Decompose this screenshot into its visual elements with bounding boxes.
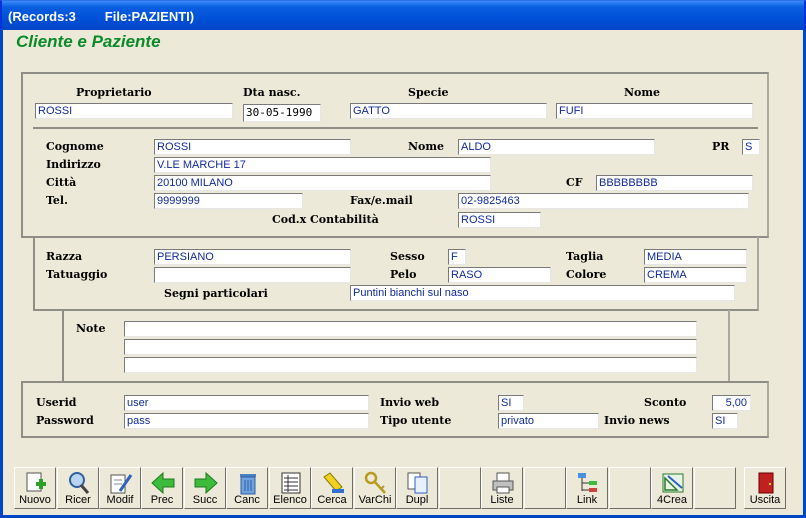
label-invio-news: Invio news	[604, 414, 670, 427]
cognome-field[interactable]: ROSSI	[154, 139, 351, 155]
sconto-field[interactable]: 5,00	[712, 395, 751, 411]
elenco-button[interactable]: Elenco	[269, 467, 311, 509]
arrow-left-icon	[151, 471, 175, 495]
dta-nasc-field[interactable]: 30-05-1990	[243, 104, 321, 122]
exit-door-icon	[758, 472, 774, 494]
arrow-right-icon	[194, 471, 218, 495]
label-note: Note	[76, 322, 106, 335]
canc-button[interactable]: Canc	[226, 467, 268, 509]
label-indirizzo: Indirizzo	[46, 158, 101, 171]
proprietario-field[interactable]: ROSSI	[35, 103, 233, 119]
crea-button[interactable]: 4Crea	[651, 467, 693, 509]
invio-news-field[interactable]: SI	[712, 413, 738, 429]
label-sesso: Sesso	[390, 250, 425, 263]
modif-button[interactable]: Modif	[99, 467, 141, 509]
label-cf: CF	[566, 176, 583, 189]
segni-field[interactable]: Puntini bianchi sul naso	[350, 285, 735, 301]
cf-field[interactable]: BBBBBBBB	[596, 175, 753, 191]
label-segni: Segni particolari	[164, 287, 268, 300]
password-field[interactable]: pass	[124, 413, 369, 429]
label-nome: Nome	[408, 140, 445, 153]
label-taglia: Taglia	[566, 250, 604, 263]
cerca-button[interactable]: Cerca	[311, 467, 353, 509]
window-title: (Records:3 File:PAZIENTI)	[8, 9, 195, 24]
duplicate-icon	[407, 472, 428, 494]
label-tatuaggio: Tatuaggio	[46, 268, 108, 281]
label-password: Password	[36, 414, 94, 427]
nuovo-button[interactable]: Nuovo	[14, 467, 56, 509]
edit-doc-icon	[110, 474, 133, 494]
nome-field[interactable]: ALDO	[458, 139, 655, 155]
liste-button[interactable]: Liste	[481, 467, 523, 509]
label-userid: Userid	[36, 396, 77, 409]
design-icon	[662, 473, 684, 493]
note-line-1[interactable]	[124, 321, 697, 337]
ricer-button[interactable]: Ricer	[57, 467, 99, 509]
form-heading: Cliente e Paziente	[16, 32, 161, 51]
label-specie: Specie	[408, 86, 449, 99]
indirizzo-field[interactable]: V.LE MARCHE 17	[154, 157, 491, 173]
label-fax: Fax/e.mail	[350, 194, 413, 207]
label-nome-paziente: Nome	[624, 86, 661, 99]
label-sconto: Sconto	[644, 396, 687, 409]
blank-button-1[interactable]	[439, 467, 481, 509]
note-line-2[interactable]	[124, 339, 697, 355]
link-button[interactable]: Link	[566, 467, 608, 509]
tel-field[interactable]: 9999999	[154, 193, 303, 209]
razza-field[interactable]: PERSIANO	[154, 249, 351, 265]
tatuaggio-field[interactable]	[154, 267, 351, 283]
label-invio-web: Invio web	[380, 396, 440, 409]
note-line-3[interactable]	[124, 357, 697, 373]
printer-icon	[492, 472, 514, 494]
varchi-button[interactable]: VarChi	[354, 467, 396, 509]
client-separator	[33, 127, 758, 129]
highlighter-icon	[323, 472, 344, 493]
blank-button-2[interactable]	[524, 467, 566, 509]
blank-button-3[interactable]	[609, 467, 651, 509]
invio-web-field[interactable]: SI	[498, 395, 524, 411]
pr-field[interactable]: S	[742, 139, 760, 155]
label-citta: Città	[46, 176, 77, 189]
sesso-field[interactable]: F	[448, 249, 466, 265]
uscita-button[interactable]: Uscita	[744, 467, 786, 509]
pelo-field[interactable]: RASO	[448, 267, 551, 283]
label-razza: Razza	[46, 250, 83, 263]
bottom-toolbar: Nuovo Ricer Modif Prec Succ Canc Elenco …	[10, 463, 786, 509]
userid-field[interactable]: user	[124, 395, 369, 411]
nome-paziente-field[interactable]: FUFI	[556, 103, 753, 119]
cod-contabilita-field[interactable]: ROSSI	[458, 212, 541, 228]
list-icon	[281, 472, 301, 494]
magnifier-icon	[69, 472, 90, 494]
label-tipo-utente: Tipo utente	[380, 414, 452, 427]
citta-field[interactable]: 20100 MILANO	[154, 175, 491, 191]
keys-icon	[364, 471, 386, 494]
label-colore: Colore	[566, 268, 607, 281]
label-cognome: Cognome	[46, 140, 104, 153]
label-dta-nasc: Dta nasc.	[243, 86, 301, 99]
prec-button[interactable]: Prec	[141, 467, 183, 509]
specie-field[interactable]: GATTO	[350, 103, 547, 119]
succ-button[interactable]: Succ	[184, 467, 226, 509]
label-pelo: Pelo	[390, 268, 417, 281]
colore-field[interactable]: CREMA	[644, 267, 747, 283]
taglia-field[interactable]: MEDIA	[644, 249, 747, 265]
fax-field[interactable]: 02-9825463	[458, 193, 749, 209]
tree-icon	[578, 473, 597, 492]
label-tel: Tel.	[46, 194, 68, 207]
label-pr: PR	[712, 140, 730, 153]
window-titlebar[interactable]: (Records:3 File:PAZIENTI)	[0, 0, 806, 30]
label-proprietario: Proprietario	[76, 86, 152, 99]
dupl-button[interactable]: Dupl	[396, 467, 438, 509]
label-cod-contabilita: Cod.x Contabilità	[272, 213, 379, 226]
tipo-utente-field[interactable]: privato	[498, 413, 599, 429]
blank-button-4[interactable]	[694, 467, 736, 509]
trash-icon	[240, 474, 256, 495]
new-doc-icon	[26, 472, 46, 492]
